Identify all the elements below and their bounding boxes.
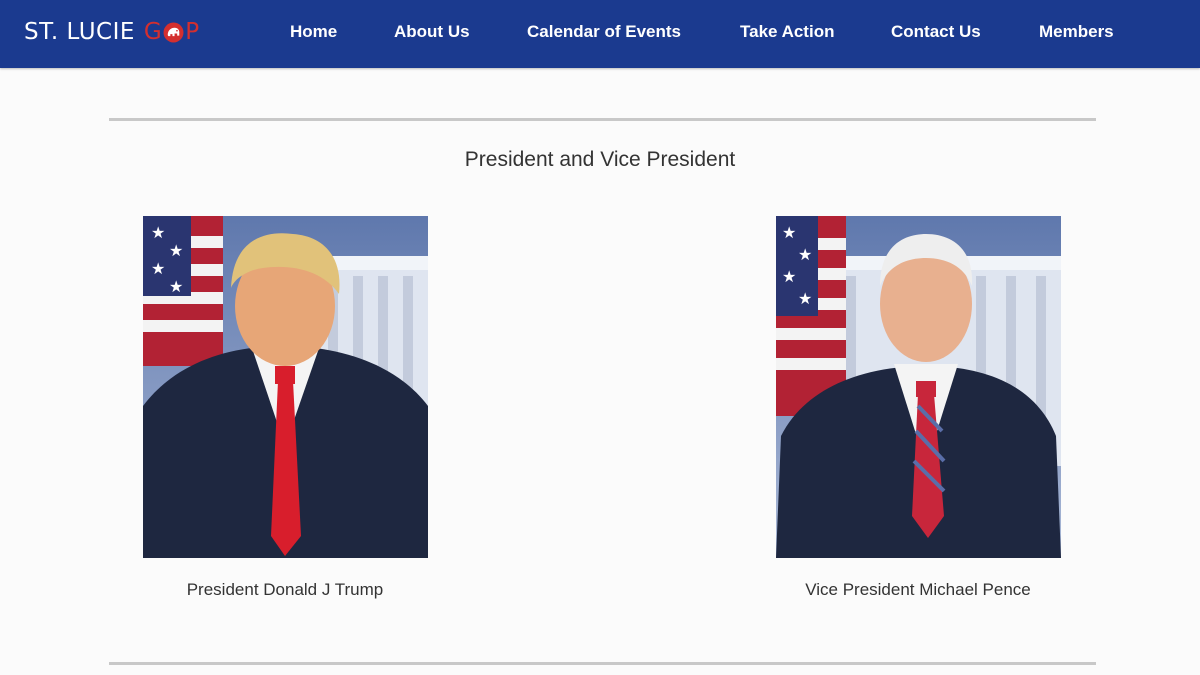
logo-gop-p: P	[185, 19, 200, 45]
top-divider	[109, 118, 1096, 121]
nav-calendar-of-events[interactable]: Calendar of Events	[527, 20, 681, 44]
svg-text:★: ★	[798, 247, 812, 264]
svg-text:★: ★	[169, 243, 183, 260]
caption-vice-president: Vice President Michael Pence	[805, 580, 1031, 599]
svg-text:★: ★	[151, 225, 165, 242]
section-title: President and Vice President	[464, 148, 736, 171]
svg-text:★: ★	[782, 269, 796, 286]
logo-text: ST. LUCIE	[24, 19, 135, 45]
nav-home[interactable]: Home	[290, 20, 337, 44]
portrait-vice-president: ★ ★ ★ ★	[776, 216, 1061, 558]
nav-take-action[interactable]: Take Action	[740, 20, 834, 44]
nav-contact-us[interactable]: Contact Us	[891, 20, 981, 44]
caption-president: President Donald J Trump	[186, 580, 384, 599]
logo-gop-g: G	[143, 19, 163, 45]
site-logo[interactable]: ST. LUCIE G P	[24, 16, 200, 48]
nav-about-us[interactable]: About Us	[394, 20, 470, 44]
svg-text:★: ★	[798, 291, 812, 308]
nav-members[interactable]: Members	[1039, 20, 1114, 44]
svg-text:★: ★	[151, 261, 165, 278]
elephant-icon	[163, 22, 184, 42]
bottom-divider	[109, 662, 1096, 665]
portrait-president: ★ ★ ★ ★	[143, 216, 428, 558]
svg-text:★: ★	[169, 279, 183, 296]
svg-text:★: ★	[782, 225, 796, 242]
top-navbar: ST. LUCIE G P Home About Us Calendar of …	[0, 0, 1200, 68]
portrait-president-image: ★ ★ ★ ★	[143, 216, 428, 558]
portrait-vice-president-image: ★ ★ ★ ★	[776, 216, 1061, 558]
